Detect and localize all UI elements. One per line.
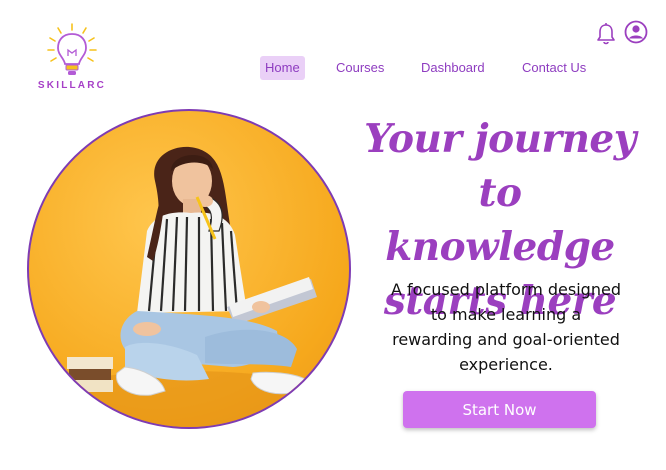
tagline-line: rewarding and goal-oriented xyxy=(392,330,620,349)
brand-name: SKILLARC xyxy=(37,80,107,91)
hero-image xyxy=(27,109,351,429)
hero-tagline: A focused platform designed to make lear… xyxy=(372,277,640,377)
nav-item-courses[interactable]: Courses xyxy=(336,56,384,80)
headline-line: knowledge xyxy=(385,224,615,270)
tagline-line: A focused platform designed xyxy=(391,280,621,299)
nav-item-contact-us[interactable]: Contact Us xyxy=(522,56,586,80)
tagline-line: to make learning a xyxy=(430,305,582,324)
user-circle-icon[interactable] xyxy=(624,20,648,49)
bell-icon[interactable] xyxy=(596,22,616,51)
main-nav: Home Courses Dashboard Contact Us xyxy=(0,56,666,80)
nav-item-dashboard[interactable]: Dashboard xyxy=(421,56,485,80)
start-now-button[interactable]: Start Now xyxy=(403,391,596,428)
headline-line: Your journey to xyxy=(364,116,636,216)
nav-item-home[interactable]: Home xyxy=(260,56,305,80)
tagline-line: experience. xyxy=(459,355,553,374)
